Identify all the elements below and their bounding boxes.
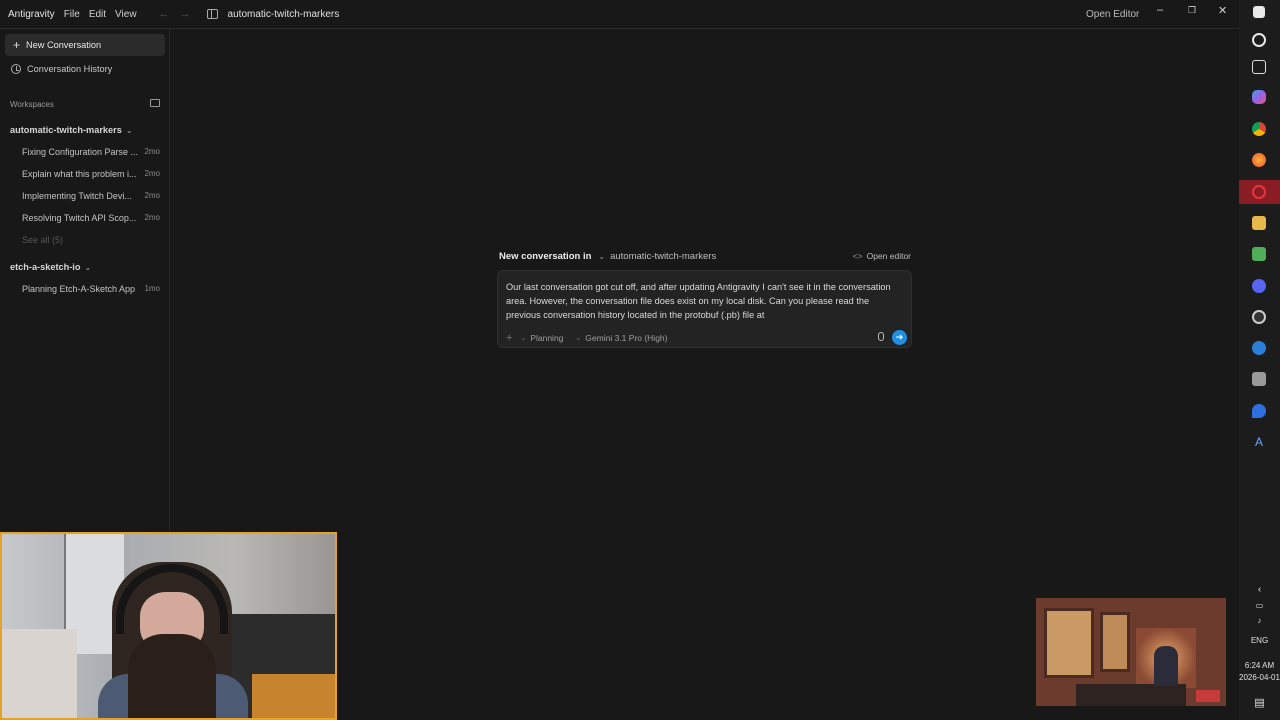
- drive-icon[interactable]: [1252, 372, 1266, 386]
- conversation-title: Implementing Twitch Devi...: [22, 191, 132, 201]
- notepad-icon[interactable]: [1252, 247, 1266, 261]
- webcam-overlay: [0, 532, 337, 720]
- new-folder-icon[interactable]: [150, 99, 160, 107]
- code-icon: <>: [852, 251, 863, 261]
- sidebar: + New Conversation Conversation History …: [0, 29, 170, 532]
- composer-heading-lead: New conversation in: [499, 250, 592, 262]
- menu-file[interactable]: File: [64, 9, 80, 20]
- windows-icon[interactable]: [1253, 6, 1265, 18]
- conversation-history-label: Conversation History: [27, 64, 113, 74]
- open-editor-button[interactable]: Open Editor: [1086, 9, 1139, 20]
- antigravity-icon[interactable]: A: [1252, 435, 1266, 449]
- conversation-title: Explain what this problem i...: [22, 169, 137, 179]
- conversation-item[interactable]: Implementing Twitch Devi... 2mo: [22, 191, 160, 201]
- menu-view[interactable]: View: [115, 9, 137, 20]
- stream-logo: [1196, 690, 1220, 702]
- microphone-icon[interactable]: [878, 332, 884, 341]
- opera-icon[interactable]: [1252, 185, 1266, 199]
- notification-icon[interactable]: ▤: [1239, 696, 1280, 709]
- maps-icon[interactable]: [1252, 404, 1266, 418]
- new-conversation-button[interactable]: + New Conversation: [5, 34, 165, 56]
- conversation-age: 1mo: [144, 284, 160, 293]
- file-explorer-icon[interactable]: [1252, 216, 1266, 230]
- conversation-age: 2mo: [144, 213, 160, 222]
- workspace-title: automatic-twitch-markers: [227, 8, 340, 20]
- mode-selector[interactable]: Planning: [530, 333, 563, 343]
- new-conversation-label: New Conversation: [26, 40, 102, 50]
- chevron-down-icon: ⌄: [84, 263, 92, 272]
- workspace-selector[interactable]: automatic-twitch-markers: [610, 251, 716, 262]
- obs-icon[interactable]: [1252, 310, 1266, 324]
- add-context-icon[interactable]: +: [506, 332, 512, 344]
- conversation-title: Fixing Configuration Parse ...: [22, 147, 139, 157]
- chevron-down-icon: ⌄: [575, 335, 582, 342]
- message-composer[interactable]: Our last conversation got cut off, and a…: [497, 270, 912, 348]
- plus-icon: +: [13, 38, 21, 52]
- history-icon: [11, 64, 21, 74]
- conversation-title: Planning Etch-A-Sketch App: [22, 284, 136, 294]
- see-all-link[interactable]: See all (5): [22, 235, 63, 245]
- menu-edit[interactable]: Edit: [89, 9, 106, 20]
- conversation-item[interactable]: Explain what this problem i... 2mo: [22, 169, 160, 179]
- app-name: Antigravity: [8, 8, 55, 20]
- firefox-icon[interactable]: [1252, 153, 1266, 167]
- conversation-age: 2mo: [144, 147, 160, 156]
- clock-time[interactable]: 6:24 AM: [1239, 661, 1280, 670]
- search-icon[interactable]: [1252, 33, 1266, 47]
- workspace-name: automatic-twitch-markers: [10, 125, 122, 135]
- conversation-age: 2mo: [144, 169, 160, 178]
- model-selector[interactable]: Gemini 3.1 Pro (High): [585, 333, 667, 343]
- volume-icon[interactable]: ♪: [1239, 616, 1280, 625]
- close-button[interactable]: ✕: [1218, 4, 1227, 17]
- copilot-icon[interactable]: [1252, 90, 1266, 104]
- lofi-artwork: [1036, 598, 1226, 706]
- workspaces-heading: Workspaces: [10, 100, 54, 109]
- conversation-item[interactable]: Resolving Twitch API Scop... 2mo: [22, 213, 160, 223]
- conversation-history-link[interactable]: Conversation History: [11, 64, 112, 74]
- open-editor-link[interactable]: <> Open editor: [853, 251, 911, 261]
- title-bar: Antigravity File Edit View ← → automatic…: [0, 0, 1239, 29]
- chrome-icon[interactable]: [1252, 122, 1266, 136]
- open-editor-label: Open editor: [866, 251, 911, 261]
- taskbar: A ‹ ▭ ♪ ENG 6:24 AM 2026-04-01 ▤: [1239, 0, 1280, 720]
- conversation-age: 2mo: [144, 191, 160, 200]
- clock-date[interactable]: 2026-04-01: [1239, 673, 1280, 682]
- steam-icon[interactable]: [1252, 341, 1266, 355]
- restore-button[interactable]: ❐: [1188, 5, 1196, 16]
- chevron-left-icon[interactable]: ‹: [1239, 584, 1280, 595]
- workspace-name: etch-a-sketch-io: [10, 262, 81, 272]
- send-button[interactable]: ➔: [892, 330, 907, 345]
- conversation-title: Resolving Twitch API Scop...: [22, 213, 137, 223]
- toggle-sidebar-icon[interactable]: [206, 9, 218, 19]
- chevron-down-icon[interactable]: ⌄: [598, 252, 605, 261]
- composer-toolbar: + ⌄ Planning ⌄ Gemini 3.1 Pro (High): [506, 331, 906, 345]
- task-view-icon[interactable]: [1252, 60, 1266, 74]
- back-arrow-icon[interactable]: ←: [159, 8, 170, 20]
- message-input[interactable]: Our last conversation got cut off, and a…: [506, 280, 906, 322]
- language-indicator[interactable]: ENG: [1239, 636, 1280, 645]
- network-icon[interactable]: ▭: [1239, 601, 1280, 610]
- conversation-item[interactable]: Fixing Configuration Parse ... 2mo: [22, 147, 160, 157]
- conversation-item[interactable]: Planning Etch-A-Sketch App 1mo: [22, 284, 160, 294]
- discord-icon[interactable]: [1252, 279, 1266, 293]
- forward-arrow-icon[interactable]: →: [180, 8, 191, 20]
- minimize-button[interactable]: –: [1157, 4, 1163, 16]
- chevron-down-icon: ⌄: [125, 126, 133, 135]
- workspace-automatic-twitch-markers[interactable]: automatic-twitch-markers ⌄: [10, 125, 133, 135]
- composer-heading: New conversation in ⌄ automatic-twitch-m…: [499, 249, 911, 263]
- workspace-etch-a-sketch-io[interactable]: etch-a-sketch-io ⌄: [10, 262, 91, 272]
- chevron-down-icon: ⌄: [520, 335, 527, 342]
